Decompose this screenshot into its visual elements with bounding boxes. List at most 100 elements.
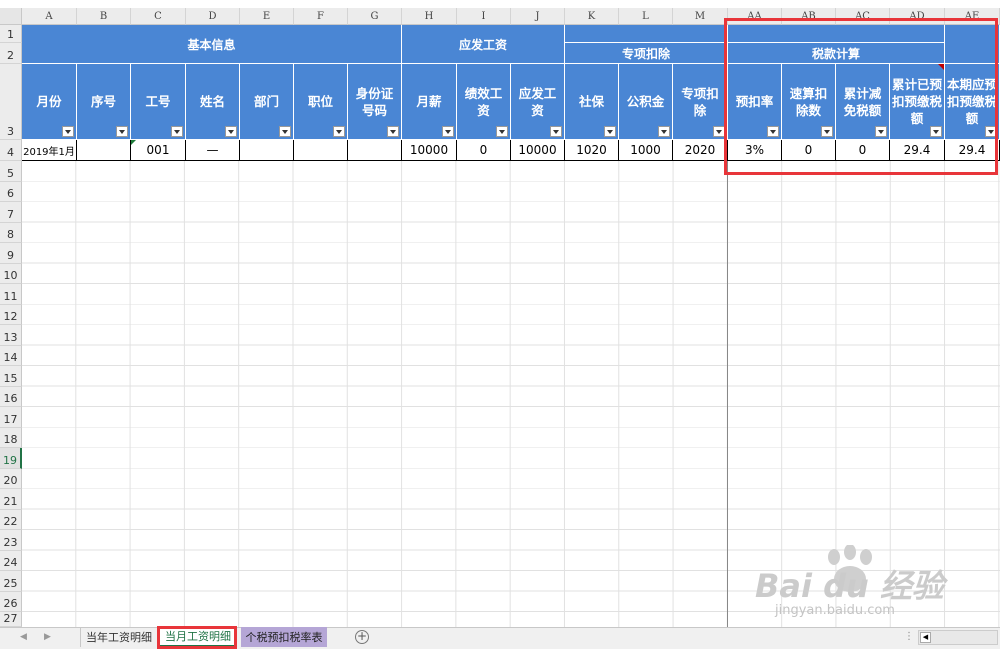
column-header-j[interactable]: J (511, 8, 565, 25)
column-header-m[interactable]: M (673, 8, 728, 25)
row-header-27[interactable]: 27 (0, 612, 22, 627)
add-sheet-icon[interactable]: + (355, 630, 369, 644)
row-header-2[interactable]: 2 (0, 43, 22, 64)
group-header-special-deduction[interactable]: 专项扣除 (565, 43, 728, 64)
header-special-deduction[interactable]: 专项扣除 (673, 64, 728, 140)
row-header-20[interactable]: 20 (0, 468, 22, 489)
header-special-deduction-label: 专项扣除 (681, 85, 719, 118)
column-header-g[interactable]: G (348, 8, 402, 25)
header-name[interactable]: 姓名 (186, 64, 240, 140)
row-header-21[interactable]: 21 (0, 489, 22, 510)
filter-dropdown-icon[interactable] (116, 126, 128, 137)
group-header-gross-pay[interactable]: 应发工资 (402, 25, 565, 64)
tab-split-handle-icon[interactable]: ⋮ (904, 631, 914, 642)
header-dept[interactable]: 部门 (240, 64, 294, 140)
cell-name[interactable]: — (186, 140, 240, 161)
row-header-18[interactable]: 18 (0, 427, 22, 448)
row-header-17[interactable]: 17 (0, 407, 22, 428)
group-header-basic-info[interactable]: 基本信息 (22, 25, 402, 64)
row-header-1[interactable]: 1 (0, 25, 22, 43)
cell-seq[interactable] (77, 140, 131, 161)
row-header-3[interactable]: 3 (0, 64, 22, 140)
row-header-9[interactable]: 9 (0, 243, 22, 264)
filter-dropdown-icon[interactable] (658, 126, 670, 137)
filter-dropdown-icon[interactable] (496, 126, 508, 137)
cell-month[interactable]: 2019年1月 (22, 140, 77, 161)
row-header-16[interactable]: 16 (0, 386, 22, 407)
cell-gross[interactable]: 10000 (511, 140, 565, 161)
row-header-10[interactable]: 10 (0, 263, 22, 284)
column-header-k[interactable]: K (565, 8, 619, 25)
row-header-24[interactable]: 24 (0, 550, 22, 571)
tab-scroll-right-icon[interactable]: ▶ (44, 632, 51, 642)
horizontal-scrollbar[interactable]: ◀ (918, 630, 998, 645)
row-header-13[interactable]: 13 (0, 325, 22, 346)
baidu-watermark: Bai du 经验 jingyan.baidu.com (735, 545, 995, 625)
cell-emp-id[interactable]: 001 (131, 140, 186, 161)
row-header-8[interactable]: 8 (0, 222, 22, 243)
error-indicator-icon (131, 140, 136, 145)
header-gross-label: 应发工资 (518, 85, 557, 118)
header-monthly-salary[interactable]: 月薪 (402, 64, 457, 140)
column-header-e[interactable]: E (240, 8, 294, 25)
row-header-23[interactable]: 23 (0, 530, 22, 551)
select-all-corner[interactable] (0, 8, 22, 25)
header-performance[interactable]: 绩效工资 (457, 64, 511, 140)
row-header-15[interactable]: 15 (0, 366, 22, 387)
filter-dropdown-icon[interactable] (387, 126, 399, 137)
header-performance-label: 绩效工资 (464, 85, 503, 118)
scroll-left-arrow-icon[interactable]: ◀ (920, 632, 931, 643)
frozen-pane-divider (727, 161, 728, 627)
sheet-tab-tax-rate-table[interactable]: 个税预扣税率表 (241, 627, 327, 647)
cell-housing-fund[interactable]: 1000 (619, 140, 673, 161)
header-month[interactable]: 月份 (22, 64, 77, 140)
row-header-14[interactable]: 14 (0, 345, 22, 366)
column-header-h[interactable]: H (402, 8, 457, 25)
row-header-26[interactable]: 26 (0, 591, 22, 612)
cell-position[interactable] (294, 140, 348, 161)
row-header-19[interactable]: 19 (0, 448, 22, 469)
filter-dropdown-icon[interactable] (225, 126, 237, 137)
header-position[interactable]: 职位 (294, 64, 348, 140)
header-seq[interactable]: 序号 (77, 64, 131, 140)
cell-social-security[interactable]: 1020 (565, 140, 619, 161)
header-emp-id[interactable]: 工号 (131, 64, 186, 140)
row-header-22[interactable]: 22 (0, 509, 22, 530)
column-header-c[interactable]: C (131, 8, 186, 25)
tab-scroll-left-icon[interactable]: ◀ (20, 632, 27, 642)
filter-dropdown-icon[interactable] (442, 126, 454, 137)
column-header-l[interactable]: L (619, 8, 673, 25)
column-header-a[interactable]: A (22, 8, 77, 25)
filter-dropdown-icon[interactable] (171, 126, 183, 137)
cell-performance[interactable]: 0 (457, 140, 511, 161)
cell-dept[interactable] (240, 140, 294, 161)
group-header-row1-right[interactable] (565, 25, 728, 43)
row-header-4[interactable]: 4 (0, 140, 22, 161)
cell-monthly-salary[interactable]: 10000 (402, 140, 457, 161)
header-social-security[interactable]: 社保 (565, 64, 619, 140)
header-housing-fund[interactable]: 公积金 (619, 64, 673, 140)
cell-special-deduction[interactable]: 2020 (673, 140, 728, 161)
row-header-6[interactable]: 6 (0, 181, 22, 202)
row-header-25[interactable]: 25 (0, 571, 22, 592)
filter-dropdown-icon[interactable] (333, 126, 345, 137)
cell-id-number[interactable] (348, 140, 402, 161)
column-header-f[interactable]: F (294, 8, 348, 25)
column-header-i[interactable]: I (457, 8, 511, 25)
filter-dropdown-icon[interactable] (62, 126, 74, 137)
row-header-7[interactable]: 7 (0, 202, 22, 223)
watermark-url: jingyan.baidu.com (775, 603, 895, 618)
header-gross[interactable]: 应发工资 (511, 64, 565, 140)
column-header-b[interactable]: B (77, 8, 131, 25)
column-header-d[interactable]: D (186, 8, 240, 25)
filter-dropdown-icon[interactable] (604, 126, 616, 137)
header-monthly-salary-label: 月薪 (416, 94, 442, 109)
sheet-tab-yearly-salary[interactable]: 当年工资明细 (80, 627, 157, 647)
filter-dropdown-icon[interactable] (550, 126, 562, 137)
row-header-12[interactable]: 12 (0, 304, 22, 325)
highlight-box-tax-columns (724, 18, 998, 175)
filter-dropdown-icon[interactable] (279, 126, 291, 137)
row-header-5[interactable]: 5 (0, 161, 22, 182)
header-id-number[interactable]: 身份证号码 (348, 64, 402, 140)
row-header-11[interactable]: 11 (0, 284, 22, 305)
